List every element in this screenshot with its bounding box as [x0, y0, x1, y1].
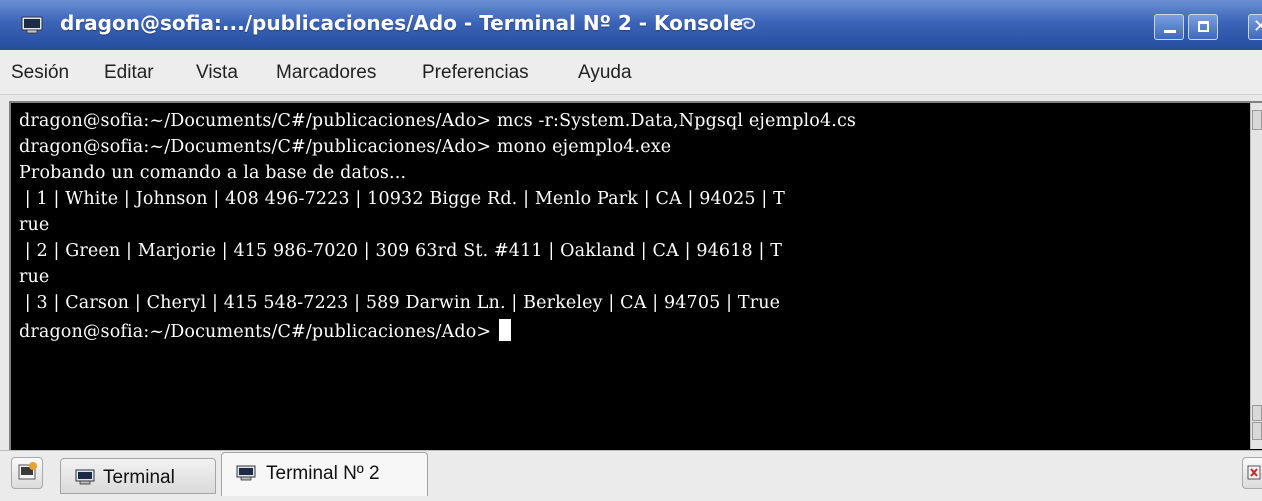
menu-item-sesion[interactable]: Sesión [11, 62, 69, 84]
window-title: dragon@sofia:.../publicaciones/Ado - Ter… [60, 11, 744, 35]
terminal-line: Probando un comando a la base de datos..… [19, 163, 407, 183]
menu-item-vista[interactable]: Vista [196, 62, 238, 84]
scroll-up-arrow[interactable] [1252, 110, 1262, 130]
tab-terminal-2[interactable]: Terminal Nº 2 [221, 452, 428, 496]
terminal-line: | 1 | White | Johnson | 408 496-7223 | 1… [19, 189, 785, 209]
scroll-down-arrow[interactable] [1252, 422, 1262, 440]
swirl-icon [737, 17, 756, 30]
window-titlebar[interactable]: dragon@sofia:.../publicaciones/Ado - Ter… [0, 0, 1262, 50]
minimize-button[interactable] [1154, 14, 1184, 40]
terminal-line: | 3 | Carson | Cheryl | 415 548-7223 | 5… [19, 293, 781, 313]
terminal-line: dragon@sofia:~/Documents/C#/publicacione… [19, 137, 672, 157]
new-tab-icon [18, 462, 37, 480]
terminal-cursor [499, 319, 512, 341]
terminal-line: rue [19, 267, 50, 287]
menu-bar: Sesión Editar Vista Marcadores Preferenc… [0, 50, 1262, 95]
terminal-icon [236, 465, 256, 481]
scroll-up-arrow-bottom[interactable] [1252, 405, 1262, 421]
terminal-icon [75, 469, 95, 485]
terminal-line: rue [19, 215, 50, 235]
tab-label: Terminal [103, 467, 175, 488]
menu-item-ayuda[interactable]: Ayuda [578, 62, 632, 84]
close-icon: ✕ [1253, 16, 1262, 37]
close-tab-icon [1247, 465, 1261, 480]
tab-terminal[interactable]: Terminal [60, 458, 216, 494]
minimize-icon [1164, 30, 1176, 33]
menu-item-marcadores[interactable]: Marcadores [276, 62, 376, 84]
terminal-line: dragon@sofia:~/Documents/C#/publicacione… [19, 111, 857, 131]
terminal-output[interactable]: dragon@sofia:~/Documents/C#/publicacione… [11, 103, 1250, 449]
menu-item-preferencias[interactable]: Preferencias [422, 62, 529, 84]
tab-label: Terminal Nº 2 [266, 463, 380, 484]
terminal-line: | 2 | Green | Marjorie | 415 986-7020 | … [19, 241, 783, 261]
terminal-prompt: dragon@sofia:~/Documents/C#/publicacione… [19, 322, 492, 342]
maximize-icon [1198, 21, 1209, 32]
maximize-button[interactable] [1188, 14, 1218, 40]
terminal-scrollbar[interactable] [1250, 103, 1262, 449]
close-button[interactable]: ✕ [1248, 14, 1262, 40]
new-tab-button[interactable] [11, 457, 43, 489]
konsole-icon [21, 16, 43, 34]
close-tab-button[interactable] [1242, 457, 1262, 489]
menu-item-editar[interactable]: Editar [104, 62, 154, 84]
terminal-prompt-line: dragon@sofia:~/Documents/C#/publicacione… [19, 319, 512, 342]
